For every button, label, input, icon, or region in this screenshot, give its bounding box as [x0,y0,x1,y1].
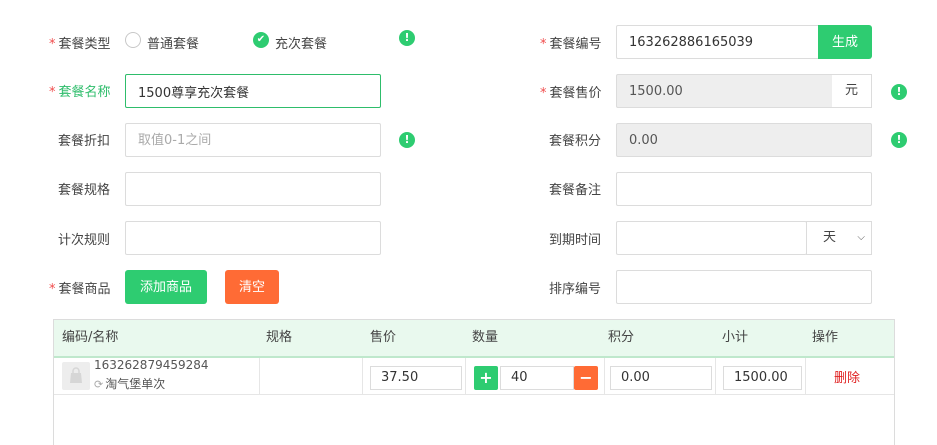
radio-recharge-package[interactable]: ✔ [253,32,269,48]
sort-no-input[interactable] [616,270,872,304]
points-label: 套餐积分 [549,134,602,149]
expire-label: 到期时间 [549,233,602,248]
remark-input[interactable] [616,172,872,206]
header-qty: 数量 [472,330,499,345]
plus-icon[interactable]: + [474,366,498,390]
radio-recharge-package-label[interactable]: 充次套餐 [275,33,327,52]
points-input [616,123,872,157]
column-divider [805,358,806,394]
package-name-label: * 套餐名称 [49,85,111,100]
package-type-label: * 套餐类型 [49,37,111,52]
product-code: 163262879459284 [94,358,209,372]
header-subtotal: 小计 [722,330,749,345]
column-divider [465,358,466,394]
clear-button[interactable]: 清空 [225,270,279,304]
refresh-icon: ⟳ [94,378,104,391]
info-icon: ! [399,30,415,46]
header-action: 操作 [812,330,839,345]
products-table: 编码/名称 规格 售价 数量 积分 小计 操作 163262879459284 … [53,319,895,445]
radio-normal-package-label[interactable]: 普通套餐 [147,33,199,52]
generate-button[interactable]: 生成 [818,25,872,59]
package-name-input[interactable] [125,74,381,108]
column-divider [604,358,605,394]
spec-input[interactable] [125,172,381,206]
points-cell-input[interactable]: 0.00 [610,366,712,390]
price-cell-input[interactable]: 37.50 [370,366,462,390]
row-divider [54,394,894,395]
header-price: 售价 [370,330,397,345]
discount-label: 套餐折扣 [58,134,111,149]
column-divider [715,358,716,394]
sort-no-label: 排序编号 [549,282,602,297]
header-spec: 规格 [266,330,293,345]
header-code-name: 编码/名称 [62,330,119,345]
check-icon: ✔ [256,34,266,45]
minus-icon[interactable]: − [574,366,598,390]
spec-label: 套餐规格 [58,183,111,198]
product-thumbnail [62,362,90,390]
price-label: * 套餐售价 [540,86,602,101]
info-icon: ! [891,132,907,148]
count-rule-input[interactable] [125,221,381,255]
package-no-label: * 套餐编号 [540,37,602,52]
product-name: 淘气堡单次 [105,377,166,391]
info-icon: ! [399,132,415,148]
header-points: 积分 [608,330,635,345]
subtotal-cell-input: 1500.00 [723,366,802,390]
count-rule-label: 计次规则 [58,233,111,248]
column-divider [259,358,260,394]
remark-label: 套餐备注 [549,183,602,198]
product-name-wrap: ⟳ 淘气堡单次 [94,375,165,392]
info-icon: ! [891,84,907,100]
radio-normal-package[interactable] [125,32,141,48]
qty-cell-input[interactable]: 40 [500,366,574,390]
expire-unit-select[interactable]: 天 ⌵ [806,221,872,255]
add-product-button[interactable]: 添加商品 [125,270,207,304]
column-divider [362,358,363,394]
discount-input[interactable] [125,123,381,157]
package-no-input[interactable] [616,25,820,59]
table-header: 编码/名称 规格 售价 数量 积分 小计 操作 [54,320,894,358]
price-input [616,74,833,108]
products-label: * 套餐商品 [49,282,111,297]
delete-link[interactable]: 删除 [834,367,860,386]
currency-unit: 元 [832,74,872,108]
chevron-down-icon: ⌵ [857,232,865,243]
expire-input[interactable] [616,221,807,255]
shopping-bag-icon [70,367,82,383]
